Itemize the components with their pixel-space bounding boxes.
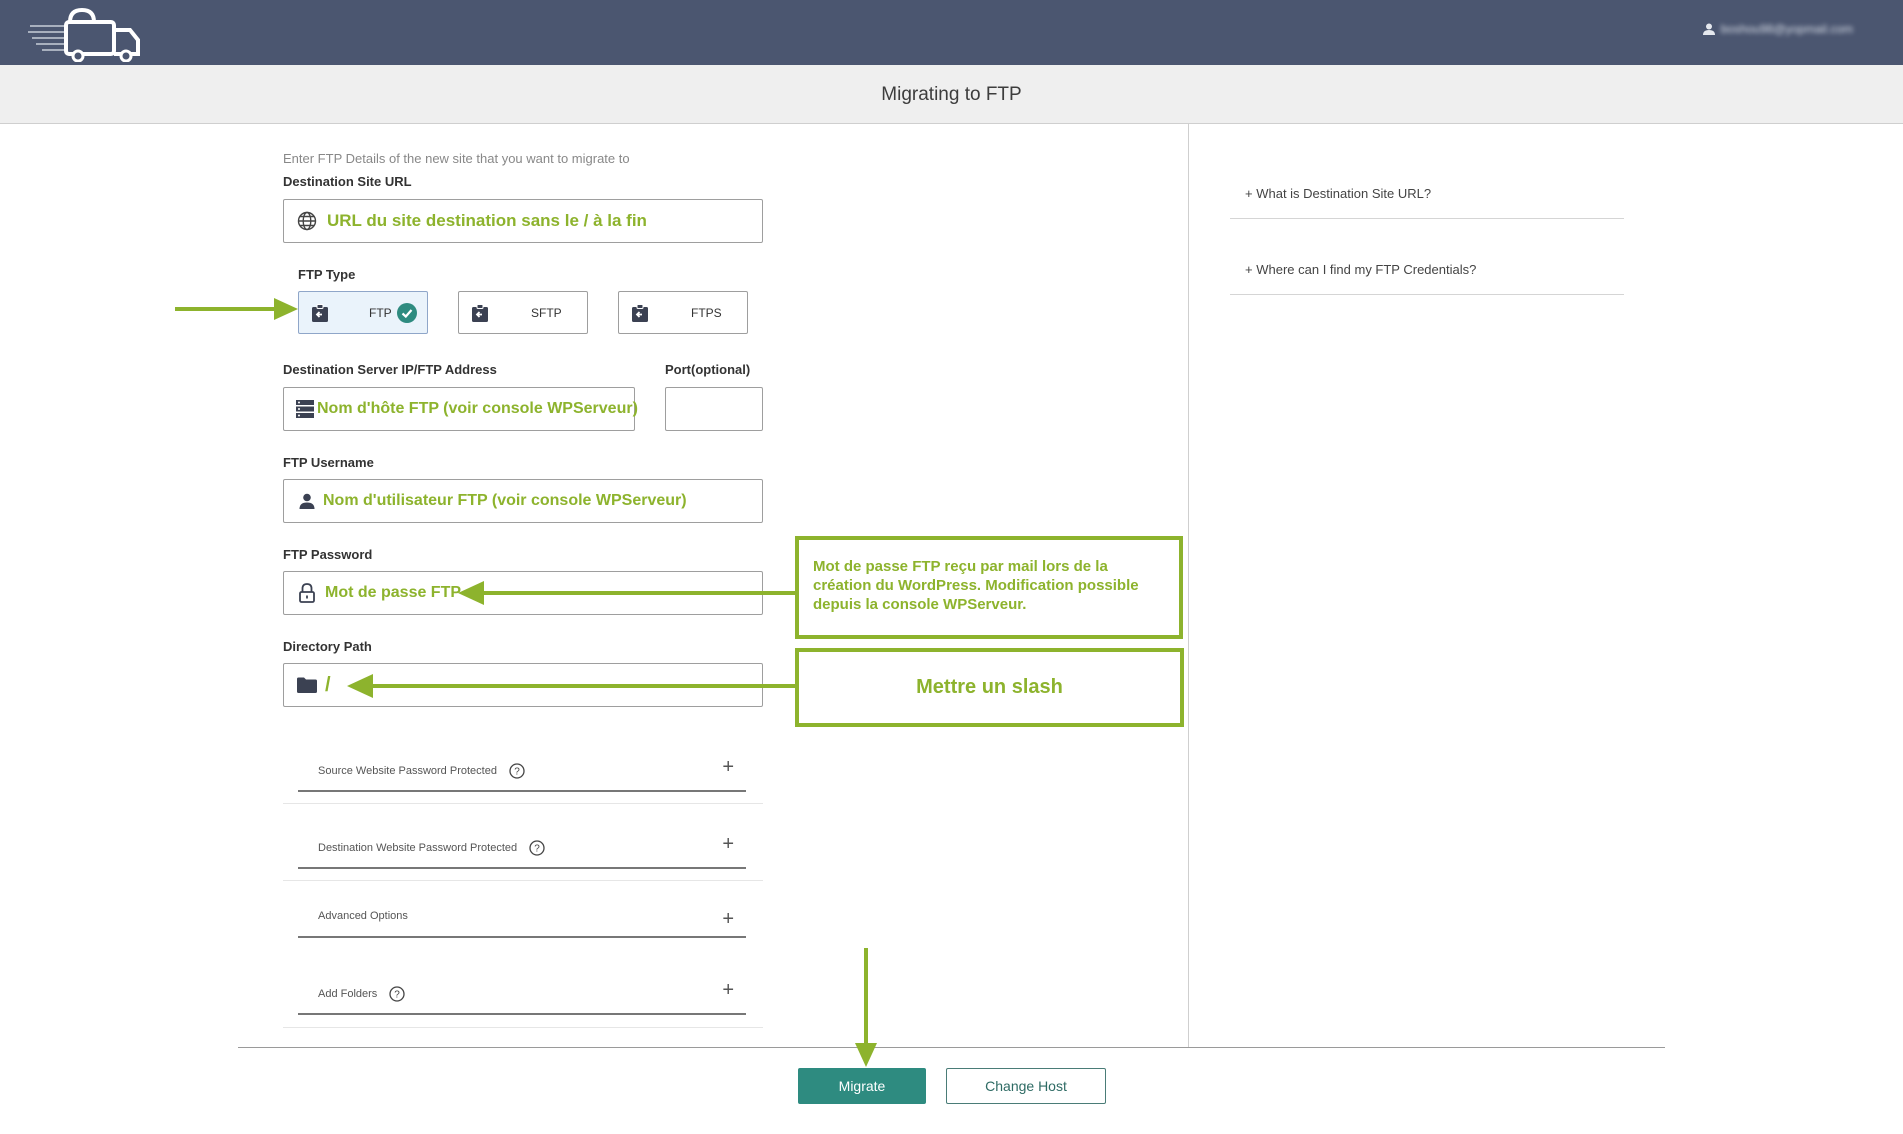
username-input[interactable]: Nom d'utilisateur FTP (voir console WPSe… <box>283 479 763 523</box>
accordion-advanced-options-label: Advanced Options <box>318 910 408 922</box>
folder-icon <box>297 675 317 695</box>
user-icon <box>1702 23 1715 35</box>
server-address-value: Nom d'hôte FTP (voir console WPServeur) <box>317 400 638 417</box>
server-address-label: Destination Server IP/FTP Address <box>283 362 497 377</box>
ftp-type-ftp-label: FTP <box>369 305 392 320</box>
help-icon[interactable]: ? <box>529 840 545 856</box>
faq-ftp-credentials[interactable]: + Where can I find my FTP Credentials? <box>1230 235 1624 295</box>
password-value: Mot de passe FTP <box>325 584 462 601</box>
truck-logo-icon[interactable] <box>28 2 148 62</box>
user-email: boshou98@yopmail.com <box>1720 22 1853 36</box>
directory-value: / <box>325 673 331 696</box>
accordion-destination-password[interactable]: Destination Website Password Protected ?… <box>298 824 746 869</box>
svg-text:?: ? <box>514 767 520 778</box>
column-divider <box>1188 124 1189 1047</box>
ftp-type-ftp-button[interactable]: FTP <box>298 291 428 334</box>
accordion-add-folders-label: Add Folders <box>318 988 378 1000</box>
svg-text:?: ? <box>395 990 401 1001</box>
help-icon[interactable]: ? <box>509 763 525 779</box>
directory-label: Directory Path <box>283 639 372 654</box>
slash-annotation-note: Mettre un slash <box>795 648 1184 727</box>
accordion-add-folders[interactable]: Add Folders ? + <box>298 970 746 1015</box>
password-label: FTP Password <box>283 547 373 562</box>
port-input[interactable] <box>665 387 763 431</box>
change-host-button[interactable]: Change Host <box>946 1068 1106 1104</box>
directory-input[interactable]: / <box>283 663 763 707</box>
password-input[interactable]: Mot de passe FTP <box>283 571 763 615</box>
page-title: Migrating to FTP <box>0 65 1903 124</box>
faq-ftp-credentials-label: + Where can I find my FTP Credentials? <box>1245 262 1477 277</box>
accordion-separator <box>283 803 763 804</box>
server-icon <box>296 399 314 419</box>
accordion-advanced-options[interactable]: Advanced Options + <box>298 894 746 938</box>
clipboard-icon <box>472 303 488 322</box>
arrow-to-ftp-option <box>175 298 298 320</box>
plus-icon[interactable]: + <box>722 979 734 1002</box>
footer-divider <box>238 1047 1665 1048</box>
arrow-to-migrate-button <box>855 948 877 1067</box>
accordion-source-password[interactable]: Source Website Password Protected ? + <box>298 747 746 792</box>
accordion-source-password-label: Source Website Password Protected <box>318 765 497 777</box>
help-icon[interactable]: ? <box>389 986 405 1002</box>
server-address-input[interactable]: Nom d'hôte FTP (voir console WPServeur) <box>283 387 638 431</box>
plus-icon[interactable]: + <box>722 908 734 931</box>
svg-text:?: ? <box>534 844 540 855</box>
clipboard-icon <box>632 303 648 322</box>
faq-destination-url-label: + What is Destination Site URL? <box>1245 186 1432 201</box>
destination-url-label: Destination Site URL <box>283 174 412 189</box>
form-intro: Enter FTP Details of the new site that y… <box>283 151 630 166</box>
user-icon <box>297 491 317 511</box>
ftp-type-sftp-label: SFTP <box>531 305 562 320</box>
accordion-separator <box>283 880 763 881</box>
plus-icon[interactable]: + <box>722 756 734 779</box>
faq-destination-url[interactable]: + What is Destination Site URL? <box>1230 159 1624 219</box>
lock-icon <box>297 583 317 603</box>
globe-icon <box>297 211 317 231</box>
accordion-separator <box>283 1027 763 1028</box>
top-navbar: boshou98@yopmail.com <box>0 0 1903 65</box>
checkmark-icon <box>397 303 417 323</box>
password-annotation-note: Mot de passe FTP reçu par mail lors de l… <box>795 536 1183 639</box>
ftp-type-sftp-button[interactable]: SFTP <box>458 291 588 334</box>
username-label: FTP Username <box>283 455 374 470</box>
username-value: Nom d'utilisateur FTP (voir console WPSe… <box>323 492 687 509</box>
migrate-button[interactable]: Migrate <box>798 1068 926 1104</box>
ftp-type-ftps-label: FTPS <box>691 305 722 320</box>
port-label: Port(optional) <box>665 362 751 377</box>
plus-icon[interactable]: + <box>722 833 734 856</box>
destination-url-input[interactable]: URL du site destination sans le / à la f… <box>283 199 763 243</box>
ftp-type-label: FTP Type <box>298 267 356 282</box>
clipboard-icon <box>312 303 328 322</box>
user-menu[interactable]: boshou98@yopmail.com <box>1702 22 1853 36</box>
ftp-type-ftps-button[interactable]: FTPS <box>618 291 748 334</box>
destination-url-value: URL du site destination sans le / à la f… <box>327 211 647 230</box>
accordion-destination-password-label: Destination Website Password Protected <box>318 842 518 854</box>
